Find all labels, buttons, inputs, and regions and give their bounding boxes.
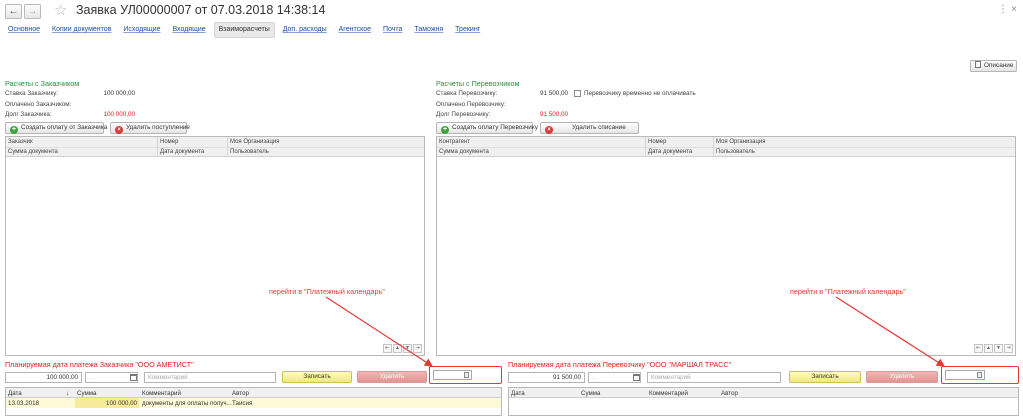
customer-amount-input[interactable]: 100 000,00 [5,372,82,383]
carrier-amount-input[interactable]: 91 500,00 [508,372,585,383]
column-comment[interactable]: Комментарий [649,390,688,397]
column-sum[interactable]: Сумма [77,390,96,397]
carrier-planned-payments-table[interactable]: Дата Сумма Комментарий Автор [508,387,1019,416]
row-date: 13.03.2018 [8,399,39,407]
row-comment: документы для оплаты получ... [142,399,232,407]
customer-planned-payment-title: Планируемая дата платежа Заказчика "ООО … [5,360,194,369]
carrier-save-button[interactable]: Записать [789,371,861,383]
column-date[interactable]: Дата [511,390,525,397]
carrier-comment-input[interactable]: Комментарий [647,372,781,383]
payment-calendar-link-left[interactable] [433,370,472,380]
column-sum[interactable]: Сумма [581,390,600,397]
row-author: Таисия [232,399,253,407]
column-comment[interactable]: Комментарий [142,390,181,397]
column-date[interactable]: Дата [8,390,22,397]
customer-planned-payments-table[interactable]: Дата ↓ Сумма Комментарий Автор 13.03.201… [5,387,502,416]
payment-calendar-link-right[interactable] [945,370,985,380]
annotation-arrows [325,296,946,367]
calendar-icon[interactable] [130,374,137,381]
column-author[interactable]: Автор [721,390,738,397]
annotation-arrow-left [325,296,434,367]
carrier-planned-payment-title: Планируемая дата платежа Перевозчику "ОО… [508,360,732,369]
customer-save-button[interactable]: Записать [282,371,352,383]
column-author[interactable]: Автор [232,390,249,397]
calendar-icon[interactable] [633,374,640,381]
sort-down-icon[interactable]: ↓ [66,390,69,397]
row-sum: 100 000,00 [106,399,137,407]
annotation-arrow-right [835,296,946,367]
table-header: Дата ↓ Сумма Комментарий Автор [6,388,501,398]
table-header: Дата Сумма Комментарий Автор [509,388,1018,398]
customer-comment-input[interactable]: Комментарий [144,372,276,383]
customer-delete-button[interactable]: Удалить [357,371,427,383]
table-row[interactable]: 13.03.2018 100 000,00 документы для опла… [6,398,501,408]
carrier-delete-button[interactable]: Удалить [866,371,938,383]
